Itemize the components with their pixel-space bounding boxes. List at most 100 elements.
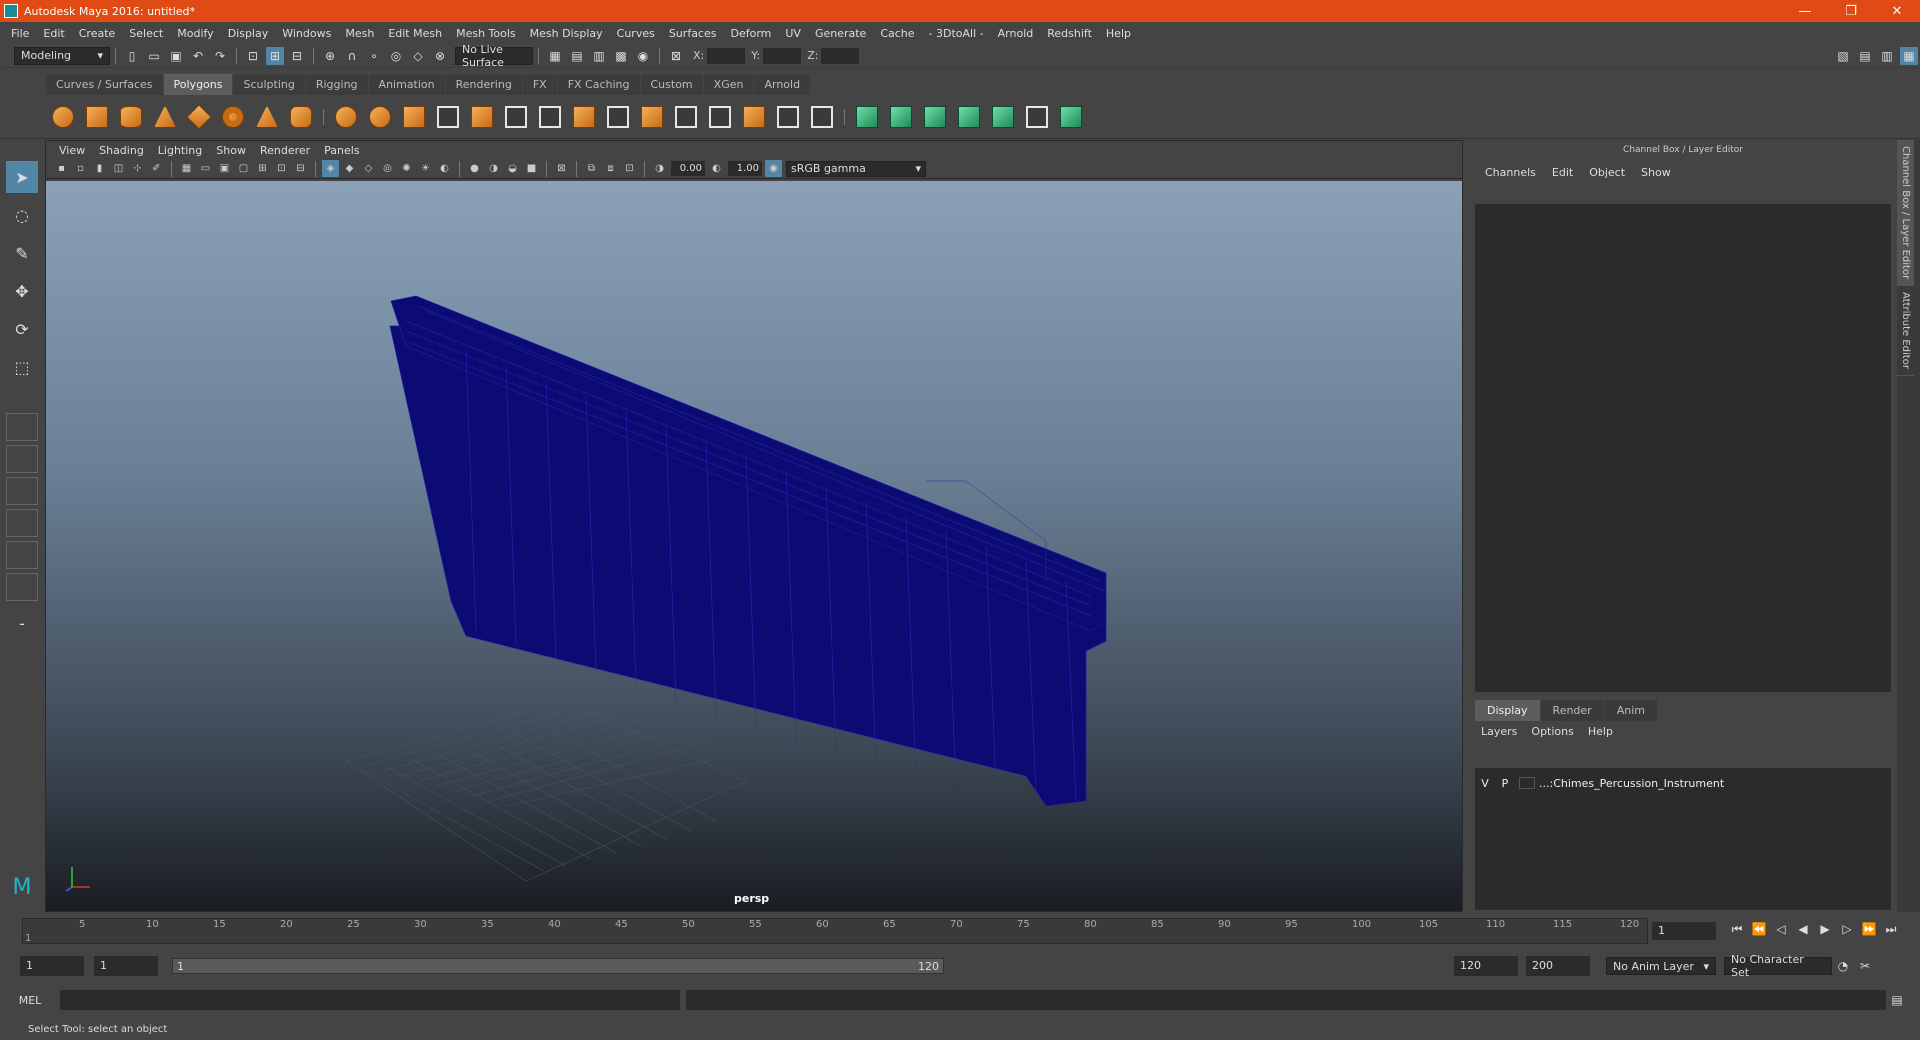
menu-windows[interactable]: Windows bbox=[275, 27, 338, 40]
auto-key-icon[interactable]: ◔ bbox=[1834, 957, 1852, 975]
menu-arnold[interactable]: Arnold bbox=[991, 27, 1041, 40]
menu-modify[interactable]: Modify bbox=[170, 27, 220, 40]
playback-start-field[interactable]: 1 bbox=[94, 956, 158, 976]
hypershade-icon[interactable]: ▩ bbox=[612, 47, 630, 65]
menu-mesh-tools[interactable]: Mesh Tools bbox=[449, 27, 523, 40]
film-gate-icon[interactable]: ▭ bbox=[197, 160, 214, 177]
modeling-toolkit-icon[interactable]: ▧ bbox=[1834, 47, 1852, 65]
current-frame-field[interactable]: 1 bbox=[1652, 922, 1716, 940]
grease-pencil-icon[interactable]: ✐ bbox=[148, 160, 165, 177]
poly-cone-icon[interactable] bbox=[150, 102, 180, 132]
uv-checker-icon[interactable] bbox=[1022, 102, 1052, 132]
single-perspective-layout-icon[interactable] bbox=[6, 413, 38, 441]
tab-xgen[interactable]: XGen bbox=[703, 73, 754, 95]
layers-menu[interactable]: Layers bbox=[1481, 725, 1525, 738]
arnold-render-icon[interactable]: ◉ bbox=[634, 47, 652, 65]
poly-cylinder-icon[interactable] bbox=[116, 102, 146, 132]
panel-menu-panels[interactable]: Panels bbox=[317, 144, 366, 157]
lasso-tool-icon[interactable]: ◌ bbox=[6, 199, 38, 231]
select-object-icon[interactable]: ⊞ bbox=[266, 46, 284, 65]
uv-unfold-icon[interactable] bbox=[988, 102, 1018, 132]
tab-rendering[interactable]: Rendering bbox=[445, 73, 522, 95]
separate-icon[interactable] bbox=[365, 102, 395, 132]
menu-edit-mesh[interactable]: Edit Mesh bbox=[381, 27, 449, 40]
automatic-uv-icon[interactable] bbox=[954, 102, 984, 132]
camera-attributes-icon[interactable]: ▫ bbox=[72, 160, 89, 177]
snap-surface-icon[interactable]: ◇ bbox=[409, 47, 427, 65]
restore-button[interactable]: ❐ bbox=[1828, 4, 1874, 19]
animation-preferences-icon[interactable]: ✂ bbox=[1856, 957, 1874, 975]
tab-render-layers[interactable]: Render bbox=[1540, 700, 1604, 721]
go-to-start-icon[interactable]: ⏮ bbox=[1726, 922, 1748, 937]
menu-3dtoall[interactable]: - 3DtoAll - bbox=[922, 27, 991, 40]
gate-mask-icon[interactable]: ▢ bbox=[235, 160, 252, 177]
shelf-menu-handle[interactable] bbox=[0, 68, 46, 95]
combine-icon[interactable] bbox=[331, 102, 361, 132]
select-tool-icon[interactable]: ➤ bbox=[6, 161, 38, 193]
bookmark-icon[interactable]: ▮ bbox=[91, 160, 108, 177]
save-scene-icon[interactable]: ▣ bbox=[167, 47, 185, 65]
menu-surfaces[interactable]: Surfaces bbox=[662, 27, 724, 40]
screen-space-ao-icon[interactable]: ● bbox=[466, 160, 483, 177]
menu-redshift[interactable]: Redshift bbox=[1040, 27, 1099, 40]
panel-menu-shading[interactable]: Shading bbox=[92, 144, 151, 157]
planar-uv-icon[interactable] bbox=[852, 102, 882, 132]
outliner-persp-layout-icon[interactable] bbox=[6, 573, 38, 601]
safe-action-icon[interactable]: ⊡ bbox=[273, 160, 290, 177]
layout-menu-icon[interactable]: - bbox=[6, 607, 38, 639]
command-input[interactable] bbox=[60, 990, 680, 1010]
snap-point-icon[interactable]: ∘ bbox=[365, 47, 383, 65]
select-camera-icon[interactable]: ▪ bbox=[53, 160, 70, 177]
select-hierarchy-icon[interactable]: ⊡ bbox=[244, 47, 262, 65]
scene-start-field[interactable]: 1 bbox=[20, 956, 84, 976]
tab-arnold[interactable]: Arnold bbox=[754, 73, 811, 95]
boolean-icon[interactable] bbox=[433, 102, 463, 132]
xray-joints-icon[interactable]: ✺ bbox=[398, 160, 415, 177]
attribute-editor-toggle-icon[interactable]: ▤ bbox=[1856, 47, 1874, 65]
gamma-icon[interactable]: ◐ bbox=[708, 160, 725, 177]
menu-file[interactable]: File bbox=[4, 27, 36, 40]
snap-curve-icon[interactable]: ∩ bbox=[343, 47, 361, 65]
layer-row[interactable]: V P ...:Chimes_Percussion_Instrument bbox=[1475, 774, 1891, 792]
two-d-pan-icon[interactable]: ⊹ bbox=[129, 160, 146, 177]
panel-menu-show[interactable]: Show bbox=[209, 144, 253, 157]
tool-settings-toggle-icon[interactable]: ▥ bbox=[1878, 47, 1896, 65]
x-field[interactable] bbox=[707, 47, 746, 64]
snap-grid-icon[interactable]: ⊕ bbox=[321, 47, 339, 65]
xray-icon[interactable]: ◎ bbox=[379, 160, 396, 177]
playback-toggle[interactable]: P bbox=[1495, 777, 1515, 790]
open-scene-icon[interactable]: ▭ bbox=[145, 47, 163, 65]
panel-menu-renderer[interactable]: Renderer bbox=[253, 144, 317, 157]
time-slider-track[interactable]: 1 5 10 15 20 25 30 35 40 45 50 55 60 65 … bbox=[22, 918, 1648, 944]
isolate-select-icon[interactable]: ⊠ bbox=[553, 160, 570, 177]
persp-hypershade-layout-icon[interactable] bbox=[6, 541, 38, 569]
merge-icon[interactable] bbox=[739, 102, 769, 132]
poly-pyramid-icon[interactable] bbox=[252, 102, 282, 132]
mirror-icon[interactable] bbox=[467, 102, 497, 132]
script-editor-icon[interactable]: ▤ bbox=[1888, 991, 1906, 1009]
poly-plane-icon[interactable] bbox=[184, 102, 214, 132]
step-back-key-icon[interactable]: ⏪ bbox=[1748, 922, 1770, 937]
object-menu[interactable]: Object bbox=[1581, 166, 1633, 179]
four-view-layout-icon[interactable] bbox=[6, 445, 38, 473]
ipr-render-icon[interactable]: ▤ bbox=[568, 47, 586, 65]
snap-view-icon[interactable]: ◎ bbox=[387, 47, 405, 65]
options-menu[interactable]: Options bbox=[1531, 725, 1581, 738]
play-forward-icon[interactable]: ▶ bbox=[1814, 922, 1836, 937]
step-forward-frame-icon[interactable]: ▷ bbox=[1836, 922, 1858, 937]
command-language-label[interactable]: MEL bbox=[0, 994, 60, 1007]
channels-menu[interactable]: Channels bbox=[1477, 166, 1544, 179]
persp-outliner-layout-icon[interactable] bbox=[6, 477, 38, 505]
motion-blur-icon[interactable]: ◑ bbox=[485, 160, 502, 177]
exposure-icon[interactable]: ◑ bbox=[651, 160, 668, 177]
step-forward-key-icon[interactable]: ⏩ bbox=[1858, 922, 1880, 937]
poly-torus-icon[interactable] bbox=[218, 102, 248, 132]
make-live-icon[interactable]: ⊗ bbox=[431, 47, 449, 65]
tab-anim-layers[interactable]: Anim bbox=[1604, 700, 1657, 721]
menu-create[interactable]: Create bbox=[72, 27, 123, 40]
tab-attribute-editor[interactable]: Attribute Editor bbox=[1897, 286, 1914, 377]
layer-color-swatch[interactable] bbox=[1519, 777, 1535, 789]
menu-curves[interactable]: Curves bbox=[610, 27, 662, 40]
layer-name[interactable]: ...:Chimes_Percussion_Instrument bbox=[1539, 777, 1724, 790]
resolution-gate-icon[interactable]: ▣ bbox=[216, 160, 233, 177]
